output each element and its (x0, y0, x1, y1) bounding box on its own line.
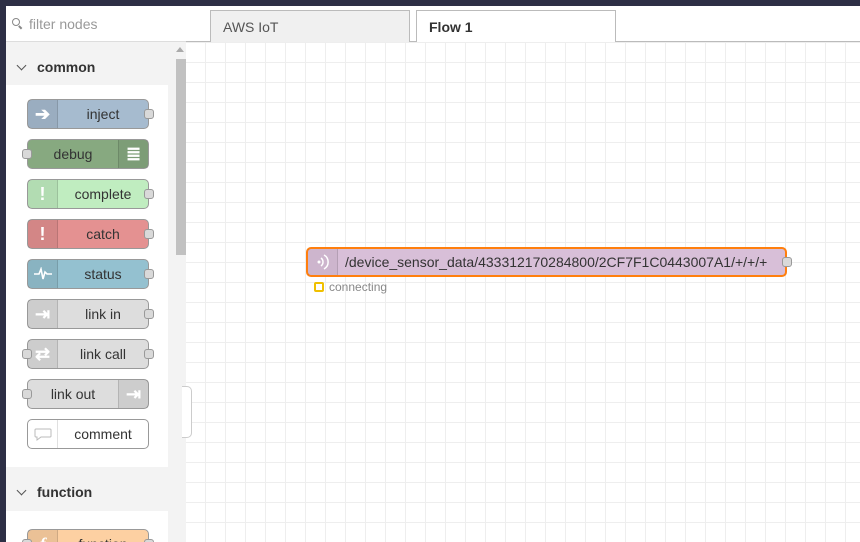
tab-flow-1[interactable]: Flow 1 (416, 10, 616, 43)
node-palette: common ➔ inject debug ≣ ! complete (0, 6, 186, 542)
pulse-icon (28, 260, 58, 288)
chevron-down-icon (16, 485, 27, 495)
output-port[interactable] (144, 309, 154, 319)
input-port[interactable] (22, 149, 32, 159)
palette-node-link-in[interactable]: ⇥ link in (27, 299, 154, 329)
exclamation-icon: ! (28, 220, 58, 248)
palette-node-link-out[interactable]: link out ⇥ (22, 379, 149, 409)
palette-node-inject[interactable]: ➔ inject (27, 99, 154, 129)
category-label: function (37, 484, 93, 500)
node-label: /device_sensor_data/433312170284800/2CF7… (345, 254, 768, 270)
workspace-tabs: AWS IoT Flow 1 (186, 6, 860, 43)
mqtt-in-icon (308, 249, 338, 275)
palette-node-comment[interactable]: comment (27, 419, 149, 449)
palette-scroll-area: common ➔ inject debug ≣ ! complete ! cat… (6, 43, 186, 542)
status-text: connecting (329, 280, 388, 294)
filter-nodes-input[interactable] (29, 15, 179, 32)
flow-workspace[interactable] (186, 42, 860, 542)
link-out-icon: ⇥ (118, 380, 148, 408)
palette-collapse-handle[interactable] (182, 386, 192, 438)
status-ring-icon (314, 282, 324, 292)
category-common-header[interactable]: common (6, 49, 168, 85)
palette-scrollbar[interactable] (174, 43, 186, 542)
palette-node-catch[interactable]: ! catch (27, 219, 154, 249)
output-port[interactable] (144, 229, 154, 239)
output-port[interactable] (144, 269, 154, 279)
chevron-down-icon (16, 60, 27, 70)
palette-node-complete[interactable]: ! complete (27, 179, 154, 209)
search-icon (12, 18, 23, 29)
exclamation-icon: ! (28, 180, 58, 208)
scroll-up-icon[interactable] (176, 47, 184, 52)
node-status: connecting (314, 280, 387, 294)
palette-node-debug[interactable]: debug ≣ (22, 139, 149, 169)
tab-aws-iot[interactable]: AWS IoT (210, 10, 410, 42)
category-common-body: ➔ inject debug ≣ ! complete ! catch stat… (6, 85, 168, 467)
link-in-icon: ⇥ (28, 300, 58, 328)
palette-node-function[interactable]: f function (22, 529, 154, 542)
category-label: common (37, 59, 96, 75)
output-port[interactable] (144, 189, 154, 199)
scrollbar-thumb[interactable] (176, 59, 186, 255)
input-port[interactable] (22, 389, 32, 399)
arrow-in-icon: ➔ (28, 100, 58, 128)
palette-node-link-call[interactable]: ⇄ link call (22, 339, 154, 369)
category-function-body: f function (6, 511, 168, 542)
output-port[interactable] (144, 349, 154, 359)
category-function-header[interactable]: function (6, 474, 168, 510)
comment-icon (28, 420, 58, 448)
link-call-icon: ⇄ (28, 340, 58, 368)
output-port[interactable] (782, 257, 792, 267)
list-icon: ≣ (118, 140, 148, 168)
output-port[interactable] (144, 109, 154, 119)
palette-filter (6, 6, 186, 42)
palette-node-status[interactable]: status (27, 259, 154, 289)
input-port[interactable] (22, 349, 32, 359)
function-icon: f (28, 530, 58, 542)
mqtt-in-node[interactable]: /device_sensor_data/433312170284800/2CF7… (306, 247, 792, 277)
